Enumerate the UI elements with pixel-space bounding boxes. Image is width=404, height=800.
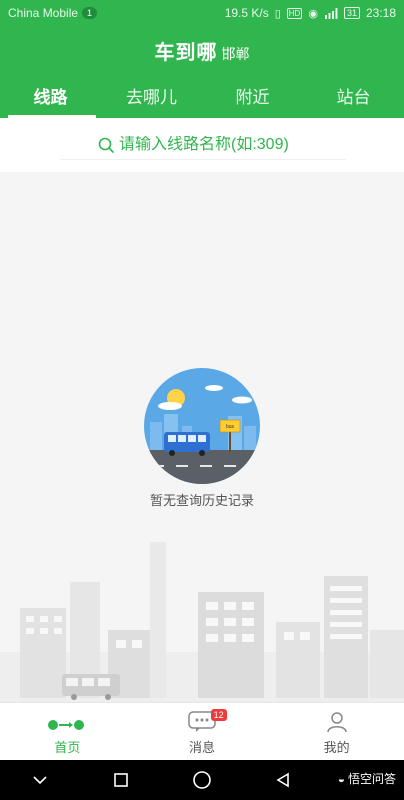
- battery-icon: 31: [343, 7, 360, 19]
- history-content: bus 暂无查询历史记录: [0, 172, 404, 702]
- nav-profile-label: 我的: [323, 740, 350, 755]
- bus-sign-text: bus: [226, 424, 235, 430]
- hd-icon: HD: [286, 7, 303, 19]
- bottom-nav: 首页 12 消息 我的: [0, 702, 404, 760]
- status-bar: China Mobile 1 19.5 K/s ▯ HD ◉ 31 23:18: [0, 0, 404, 26]
- tab-routes[interactable]: 线路: [0, 82, 101, 118]
- clock: 23:18: [365, 6, 396, 20]
- home-button[interactable]: [162, 770, 243, 790]
- watermark-text: 悟空问答: [347, 772, 396, 786]
- message-count-badge: 12: [210, 709, 227, 721]
- back-button[interactable]: [242, 772, 323, 788]
- home-icon: [193, 771, 211, 789]
- city-skyline-decoration: [0, 542, 404, 702]
- tab-stations[interactable]: 站台: [303, 82, 404, 118]
- carrier-info: China Mobile 1: [8, 6, 98, 20]
- profile-icon: [326, 712, 347, 733]
- vibrate-icon: ▯: [274, 7, 281, 20]
- signal-icon: [324, 7, 338, 19]
- carrier-name: China Mobile: [8, 6, 79, 20]
- recents-icon: [114, 773, 128, 787]
- recents-button[interactable]: [81, 772, 162, 788]
- empty-state-illustration: bus: [144, 368, 260, 484]
- tab-destination[interactable]: 去哪儿: [101, 82, 202, 118]
- search-input[interactable]: [119, 135, 309, 154]
- eye-icon: ◉: [308, 7, 318, 20]
- tab-nearby[interactable]: 附近: [202, 82, 303, 118]
- collapse-icon: [33, 776, 47, 785]
- watermark-logo-icon: ◒: [337, 771, 345, 786]
- battery-level: 31: [346, 8, 357, 18]
- nav-home-label: 首页: [54, 740, 81, 755]
- sim-badge: 1: [82, 7, 98, 19]
- route-icon: [48, 720, 85, 730]
- nav-messages-label: 消息: [189, 740, 216, 755]
- title-row: 车到哪 邯郸: [0, 36, 404, 65]
- status-indicators: 19.5 K/s ▯ HD ◉ 31 23:18: [225, 6, 396, 20]
- nav-profile[interactable]: 我的: [269, 703, 404, 760]
- city-selector[interactable]: 邯郸: [222, 46, 250, 62]
- app-title: 车到哪: [154, 42, 218, 64]
- tab-bar: 线路 去哪儿 附近 站台: [0, 82, 404, 118]
- search-area: [0, 118, 404, 172]
- collapse-button[interactable]: [0, 775, 81, 785]
- system-nav-bar: ◒ 悟空问答: [0, 760, 404, 800]
- back-icon: [276, 772, 289, 788]
- net-speed: 19.5 K/s: [224, 6, 269, 20]
- search-box[interactable]: [60, 130, 346, 160]
- nav-messages[interactable]: 12 消息: [135, 703, 270, 760]
- empty-state-text: 暂无查询历史记录: [149, 493, 254, 508]
- watermark: ◒ 悟空问答: [338, 770, 396, 787]
- app-header: 车到哪 邯郸 线路 去哪儿 附近 站台: [0, 26, 404, 118]
- search-icon: [98, 137, 114, 153]
- nav-home[interactable]: 首页: [0, 703, 135, 760]
